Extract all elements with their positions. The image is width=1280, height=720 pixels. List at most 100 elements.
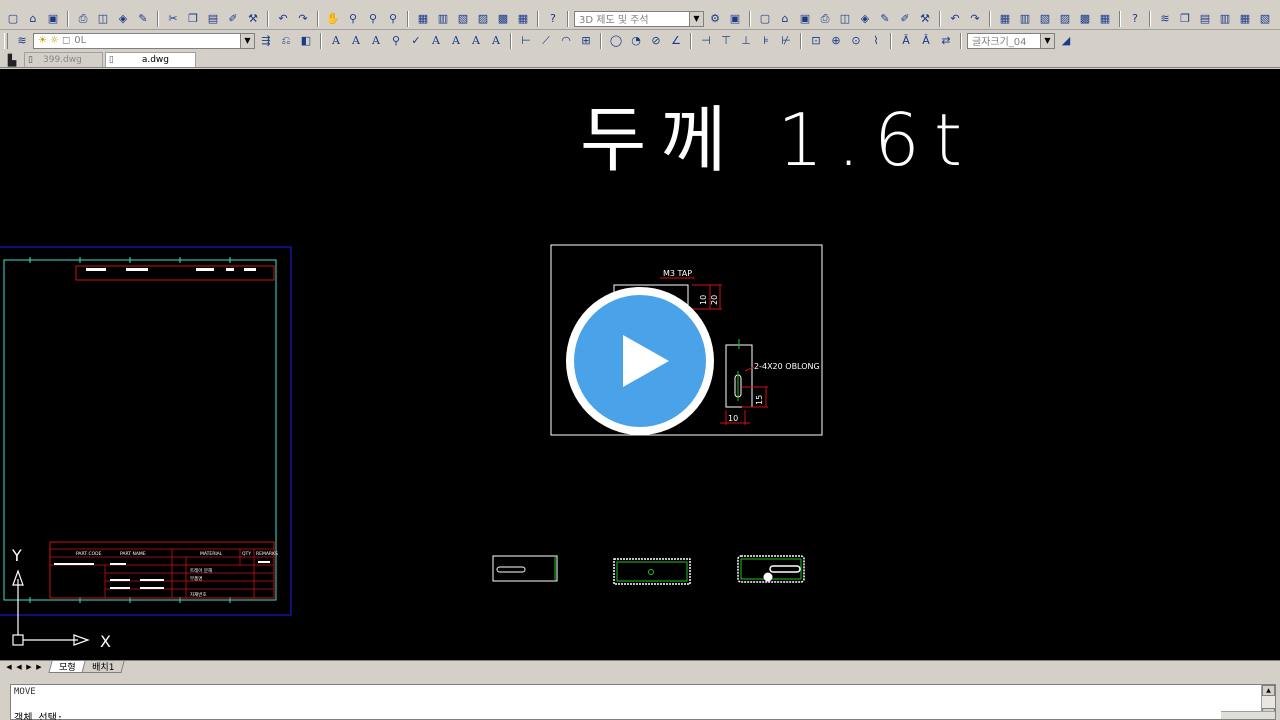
dim-diameter-icon[interactable]: ⊘ xyxy=(647,32,665,50)
next-tab-icon[interactable]: ▶ xyxy=(24,662,34,672)
first-tab-icon[interactable]: ◀ xyxy=(4,662,14,672)
open-file-icon[interactable]: ⌂ xyxy=(24,10,42,28)
calculator-icon[interactable]: ▦ xyxy=(514,10,532,28)
dim-ordinate-icon[interactable]: ⊞ xyxy=(577,32,595,50)
markup-icon-2[interactable]: ▩ xyxy=(1076,10,1094,28)
print-icon-2[interactable]: ⎙ xyxy=(816,10,834,28)
last-tab-icon[interactable]: ▶ xyxy=(34,662,44,672)
workspace-save-icon[interactable]: ▣ xyxy=(726,10,744,28)
document-tab-399[interactable]: ▯ 399.dwg xyxy=(24,52,103,67)
dim-style-icon[interactable]: ◢ xyxy=(1057,32,1075,50)
window-arrange-icon[interactable]: ▥ xyxy=(1216,10,1234,28)
dim-linear-icon[interactable]: ⊢ xyxy=(517,32,535,50)
design-center-icon[interactable]: ▥ xyxy=(434,10,452,28)
open-file-icon-2[interactable]: ⌂ xyxy=(776,10,794,28)
zoom-previous-icon[interactable]: ⚲ xyxy=(384,10,402,28)
layer-manager-icon[interactable]: ≋ xyxy=(1156,10,1174,28)
text-style-combo[interactable]: 글자크기_04 ▼ xyxy=(967,32,1055,49)
edit-text-icon[interactable]: A xyxy=(367,32,385,50)
tab-model[interactable]: 모형 xyxy=(48,661,87,673)
dim-update-icon[interactable]: ⇄ xyxy=(937,32,955,50)
viewport-icon[interactable]: ▦ xyxy=(1236,10,1254,28)
dim-arc-icon[interactable]: ◠ xyxy=(557,32,575,50)
multiline-text-icon[interactable]: A xyxy=(347,32,365,50)
text-frame-icon[interactable]: A xyxy=(467,32,485,50)
match-properties-icon[interactable]: ✐ xyxy=(224,10,242,28)
chevron-down-icon[interactable]: ▼ xyxy=(240,33,254,48)
save-icon-2[interactable]: ▣ xyxy=(796,10,814,28)
help-icon-2[interactable]: ? xyxy=(1126,10,1144,28)
make-object-layer-current-icon[interactable]: ⇶ xyxy=(257,32,275,50)
dim-aligned-icon[interactable]: ⟋ xyxy=(537,32,555,50)
print-icon[interactable]: ⎙ xyxy=(74,10,92,28)
dim-space-icon[interactable]: ⊧ xyxy=(757,32,775,50)
help-icon[interactable]: ? xyxy=(544,10,562,28)
spell-check-icon[interactable]: ✓ xyxy=(407,32,425,50)
dim-radius-icon[interactable]: ◯ xyxy=(607,32,625,50)
chevron-down-icon[interactable]: ▼ xyxy=(689,11,703,26)
properties-icon[interactable]: ▦ xyxy=(414,10,432,28)
brush-icon[interactable]: ⚒ xyxy=(916,10,934,28)
cut-icon[interactable]: ✂ xyxy=(164,10,182,28)
dim-continue-icon[interactable]: ⊥ xyxy=(737,32,755,50)
center-mark-icon[interactable]: ⊕ xyxy=(827,32,845,50)
window-cascade-icon[interactable]: ❐ xyxy=(1176,10,1194,28)
jogged-linear-icon[interactable]: ⌇ xyxy=(867,32,885,50)
tool-palettes-icon[interactable]: ▧ xyxy=(454,10,472,28)
block-editor-icon[interactable]: ⚒ xyxy=(244,10,262,28)
save-icon[interactable]: ▣ xyxy=(44,10,62,28)
publish-icon-2[interactable]: ◈ xyxy=(856,10,874,28)
dim-break-icon[interactable]: ⊬ xyxy=(777,32,795,50)
print-preview-icon-2[interactable]: ◫ xyxy=(836,10,854,28)
publish-icon[interactable]: ◈ xyxy=(114,10,132,28)
sheet-set-icon-2[interactable]: ▨ xyxy=(1056,10,1074,28)
quick-dim-icon[interactable]: ⊣ xyxy=(697,32,715,50)
redo-icon-2[interactable]: ↷ xyxy=(966,10,984,28)
zoom-window-icon[interactable]: ⚲ xyxy=(364,10,382,28)
text-scale-icon[interactable]: A xyxy=(427,32,445,50)
new-file-icon-2[interactable]: ▢ xyxy=(756,10,774,28)
layer-properties-icon[interactable]: ≋ xyxy=(13,32,31,50)
sheet-set-icon[interactable]: ▨ xyxy=(474,10,492,28)
layer-state-icon[interactable]: ◧ xyxy=(297,32,315,50)
markup-icon[interactable]: ▩ xyxy=(494,10,512,28)
tab-layout1[interactable]: 배치1 xyxy=(80,661,125,673)
text-style-icon[interactable]: A xyxy=(327,32,345,50)
layer-combo[interactable]: ☀ ☼ ◻ 0L ▼ xyxy=(33,32,255,49)
find-text-icon[interactable]: ⚲ xyxy=(387,32,405,50)
plot-icon[interactable]: ✎ xyxy=(134,10,152,28)
new-file-icon[interactable]: ▢ xyxy=(4,10,22,28)
command-window[interactable]: MOVE 객체 선택: ▲ ▼ xyxy=(10,684,1276,720)
command-prompt[interactable]: 객체 선택: xyxy=(14,709,63,720)
pan-icon[interactable]: ✋ xyxy=(324,10,342,28)
paste-icon[interactable]: ▤ xyxy=(204,10,222,28)
play-icon[interactable] xyxy=(566,287,714,435)
text-convert-icon[interactable]: A xyxy=(487,32,505,50)
text-justify-icon[interactable]: A xyxy=(447,32,465,50)
tolerance-icon[interactable]: ⊡ xyxy=(807,32,825,50)
chevron-down-icon[interactable]: ▼ xyxy=(1040,33,1054,48)
print-preview-icon[interactable]: ◫ xyxy=(94,10,112,28)
copy-icon[interactable]: ❐ xyxy=(184,10,202,28)
properties-icon-2[interactable]: ▦ xyxy=(996,10,1014,28)
workspace-combo[interactable]: 3D 제도 및 주석 ▼ xyxy=(574,10,704,27)
dim-text-edit-icon[interactable]: Ǎ xyxy=(917,32,935,50)
redo-icon[interactable]: ↷ xyxy=(294,10,312,28)
design-center-icon-2[interactable]: ▥ xyxy=(1016,10,1034,28)
prev-tab-icon[interactable]: ◀ xyxy=(14,662,24,672)
plot-icon-2[interactable]: ✎ xyxy=(876,10,894,28)
undo-icon[interactable]: ↶ xyxy=(274,10,292,28)
layer-previous-icon[interactable]: ⎌ xyxy=(277,32,295,50)
document-tab-a[interactable]: ▯ a.dwg xyxy=(104,52,196,67)
viewport-join-icon[interactable]: ▧ xyxy=(1256,10,1274,28)
calculator-icon-2[interactable]: ▦ xyxy=(1096,10,1114,28)
horizontal-scrollbar[interactable] xyxy=(1221,711,1275,719)
inspection-icon[interactable]: ⊙ xyxy=(847,32,865,50)
scroll-up-icon[interactable]: ▲ xyxy=(1262,685,1275,696)
tool-palettes-icon-2[interactable]: ▧ xyxy=(1036,10,1054,28)
command-window-grip[interactable] xyxy=(0,676,1280,684)
match-properties-icon-2[interactable]: ✐ xyxy=(896,10,914,28)
zoom-realtime-icon[interactable]: ⚲ xyxy=(344,10,362,28)
undo-icon-2[interactable]: ↶ xyxy=(946,10,964,28)
dim-baseline-icon[interactable]: ⊤ xyxy=(717,32,735,50)
